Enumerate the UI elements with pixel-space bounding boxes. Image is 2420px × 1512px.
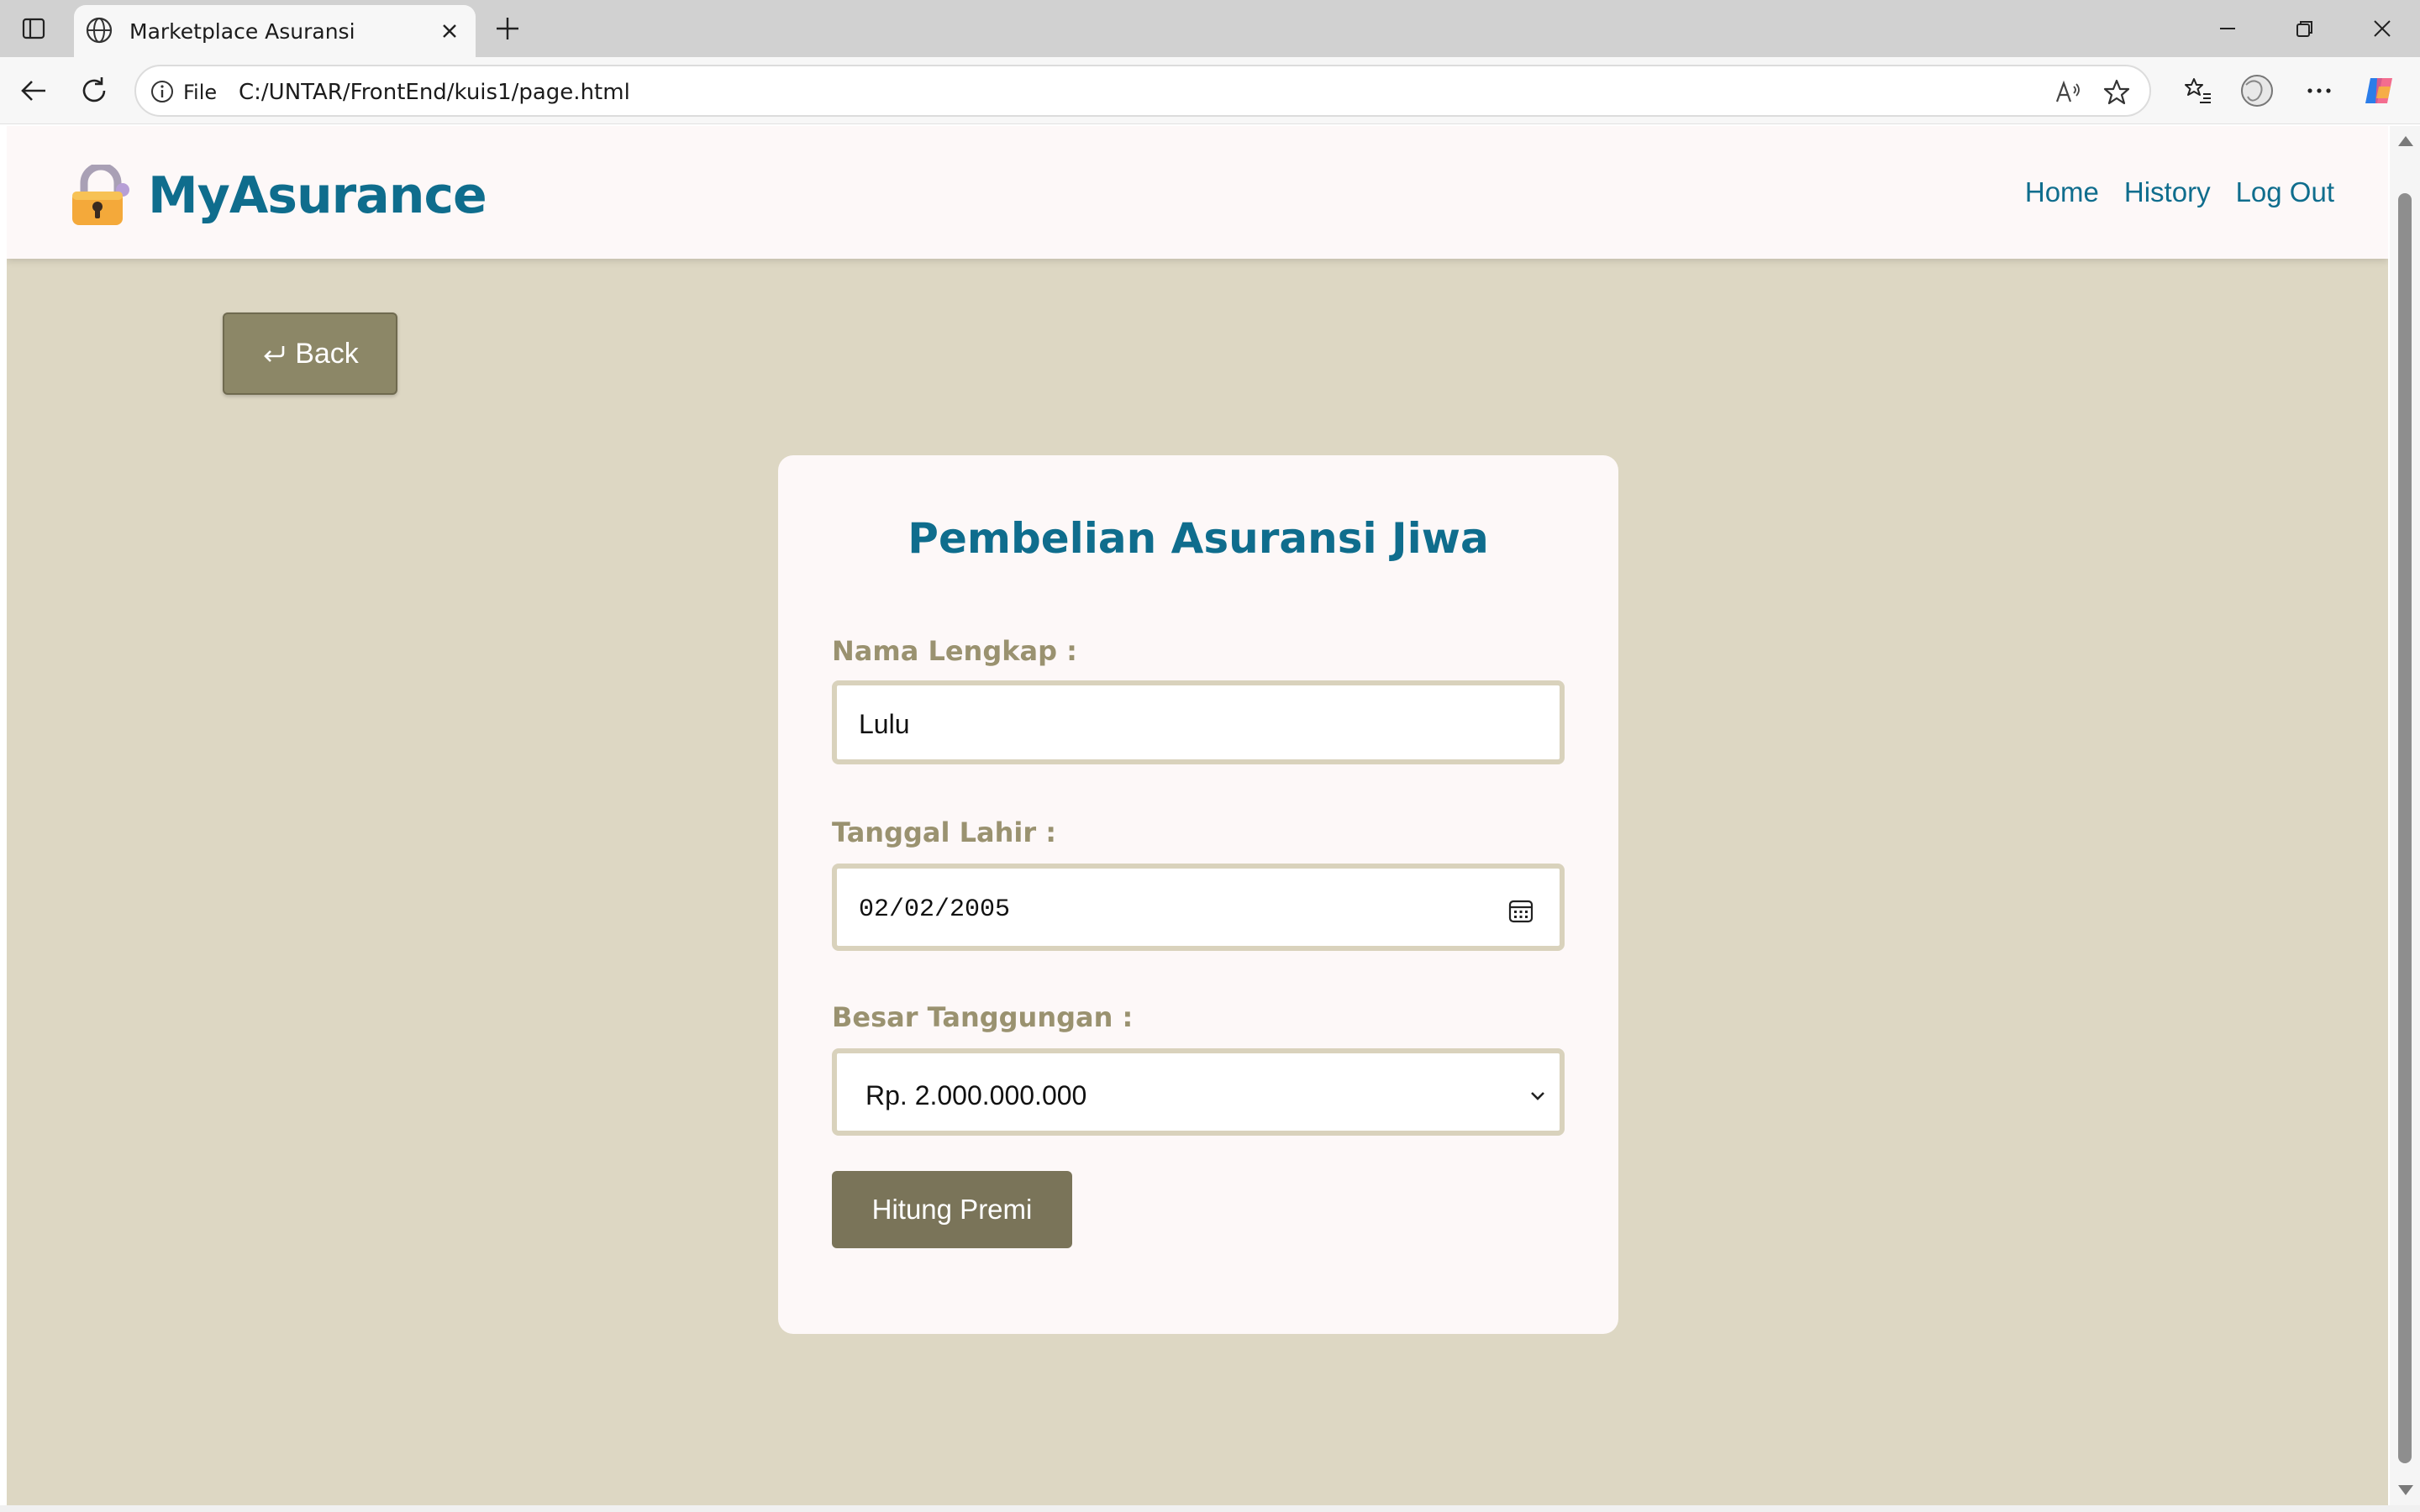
dob-input-value: 02/02/2005 [859,895,1011,924]
lock-icon [72,165,129,225]
info-icon[interactable] [150,79,175,104]
favorites-icon[interactable] [2180,72,2217,109]
nav-history-link[interactable]: History [2124,176,2211,208]
minimize-icon[interactable] [2198,10,2257,47]
site-header: MyAsurance Home History Log Out [7,126,2388,259]
back-arrow-icon[interactable] [15,72,52,109]
more-icon[interactable] [2301,72,2338,109]
calendar-icon[interactable] [1507,897,1534,924]
coverage-select-value: Rp. 2.000.000.000 [865,1080,1087,1110]
copilot-icon[interactable] [2361,72,2398,109]
scroll-down-icon[interactable] [2398,1485,2413,1495]
name-label: Nama Lengkap : [832,635,1077,667]
purchase-form-card: Pembelian Asuransi Jiwa Nama Lengkap : L… [778,455,1618,1334]
nav-logout-link[interactable]: Log Out [2236,176,2334,208]
return-arrow-icon [264,346,285,362]
nav-home-link[interactable]: Home [2025,176,2099,208]
plus-icon[interactable] [491,12,524,45]
browser-toolbar: File C:/UNTAR/FrontEnd/kuis1/page.html [0,57,2420,124]
name-input-value: Lulu [859,709,910,739]
page-viewport: MyAsurance Home History Log Out Back Pem… [7,126,2388,1505]
browser-tab-bar: Marketplace Asuransi [0,0,2420,57]
browser-tab[interactable]: Marketplace Asuransi [74,5,476,57]
window-bottom-edge [0,1505,2420,1512]
globe-icon [86,17,113,44]
address-bar[interactable]: File C:/UNTAR/FrontEnd/kuis1/page.html [134,65,2151,117]
chevron-down-icon [1531,1092,1544,1100]
back-button[interactable]: Back [223,312,397,395]
name-input[interactable]: Lulu [832,680,1565,764]
calculate-premium-button[interactable]: Hitung Premi [832,1171,1072,1248]
url-text[interactable]: C:/UNTAR/FrontEnd/kuis1/page.html [239,80,630,105]
form-title: Pembelian Asuransi Jiwa [908,514,1489,563]
back-button-label: Back [295,337,359,370]
coverage-select[interactable]: Rp. 2.000.000.000 [832,1048,1565,1136]
sidebar-toggle-icon[interactable] [18,13,49,44]
restore-icon[interactable] [2275,10,2334,47]
refresh-icon[interactable] [76,72,113,109]
coverage-label: Besar Tanggungan : [832,1001,1134,1033]
read-aloud-icon[interactable] [2052,76,2084,108]
tab-title: Marketplace Asuransi [129,19,355,44]
page-scrollbar[interactable] [2390,126,2420,1505]
address-scheme-label: File [183,81,218,104]
scroll-up-icon[interactable] [2398,136,2413,146]
close-window-icon[interactable] [2353,10,2412,47]
profile-icon[interactable] [2238,72,2275,109]
close-icon[interactable] [435,17,464,45]
main-nav: Home History Log Out [2025,176,2334,208]
dob-label: Tanggal Lahir : [832,816,1057,848]
brand-logo-text[interactable]: MyAsurance [148,166,487,225]
dob-date-input[interactable]: 02/02/2005 [832,864,1565,951]
star-icon[interactable] [2101,76,2133,108]
scrollbar-thumb[interactable] [2398,193,2412,1463]
